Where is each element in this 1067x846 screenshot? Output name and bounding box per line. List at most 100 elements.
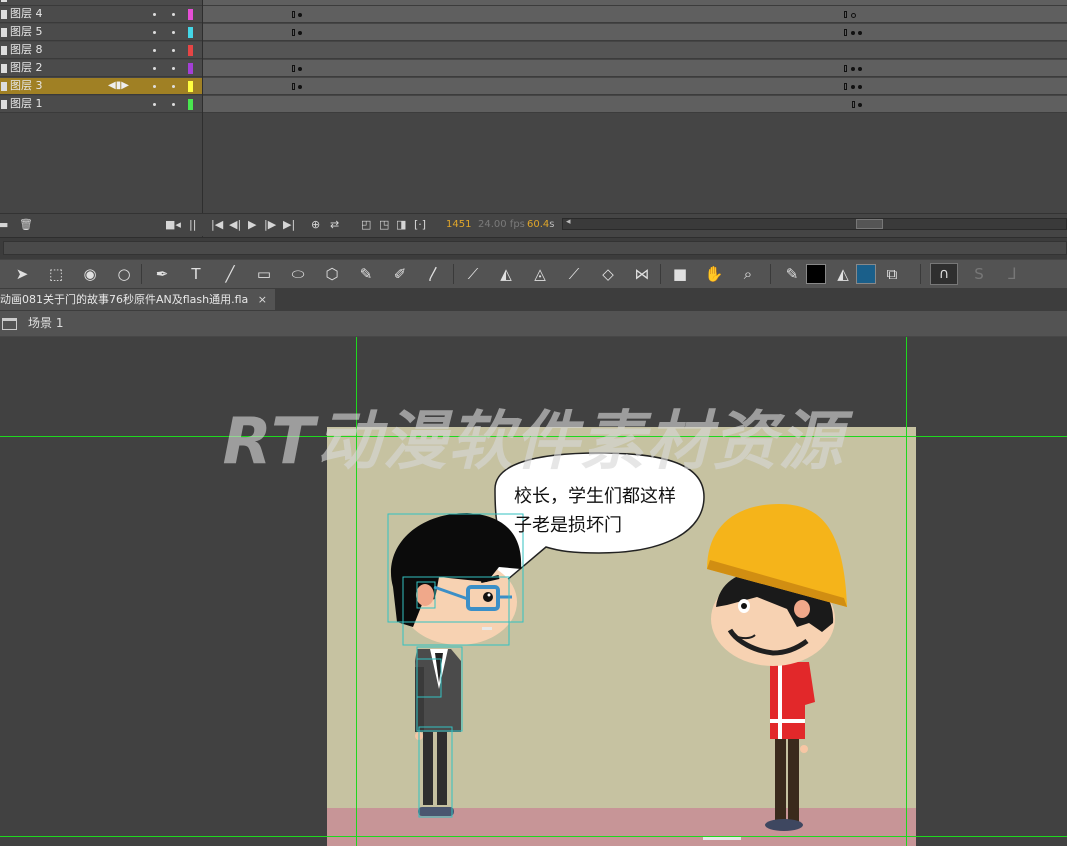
play-icon[interactable]: ▶ — [248, 218, 256, 231]
fps-readout[interactable]: 24.00 fps — [478, 219, 525, 230]
visibility-dot[interactable] — [153, 85, 156, 88]
document-title: 动画081关于门的故事76秒原件AN及flash通用.fla — [0, 293, 249, 306]
selection-tool-icon[interactable]: ➤ — [11, 263, 33, 285]
layer-color-swatch[interactable] — [188, 27, 193, 38]
layer-row[interactable]: 图层 4 — [0, 6, 202, 23]
first-frame-icon[interactable]: |◀ — [211, 218, 223, 231]
frames-row[interactable] — [203, 60, 1067, 77]
polystar-tool-icon[interactable]: ⬡ — [321, 263, 343, 285]
layer-row[interactable]: 图层 8 — [0, 42, 202, 59]
trash-icon[interactable]: 🗑 — [19, 218, 33, 231]
visibility-dot[interactable] — [153, 13, 156, 16]
free-transform-tool-icon[interactable]: ⬚ — [45, 263, 67, 285]
camera-icon[interactable]: ■◂ — [165, 218, 181, 231]
visibility-dot[interactable] — [153, 67, 156, 70]
scrollbar-thumb[interactable] — [856, 219, 883, 229]
current-frame[interactable]: 1451 — [446, 219, 471, 230]
lock-dot[interactable] — [172, 49, 175, 52]
paint-brush-tool-icon[interactable]: ✐ — [389, 263, 411, 285]
lock-dot[interactable] — [172, 31, 175, 34]
layer-name: 图层 1 — [10, 97, 43, 110]
principal-character[interactable] — [387, 513, 524, 818]
line-tool-icon[interactable]: ╱ — [219, 263, 241, 285]
edit-multiple-icon[interactable]: ◨ — [396, 218, 406, 231]
rectangle-tool-icon[interactable]: ▭ — [253, 263, 275, 285]
pause-icon[interactable]: || — [189, 218, 196, 231]
layer-icon — [1, 100, 7, 109]
pen-tool-icon[interactable]: ✒ — [151, 263, 173, 285]
scene-label[interactable]: 场景 1 — [28, 311, 63, 336]
timeline-panel: 图层 4 图层 5 图层 8 图层 2 图层 3 ◀▮▶ 图层 1 — [0, 0, 1067, 237]
layer-color-swatch[interactable] — [188, 63, 193, 74]
worker-character[interactable] — [707, 504, 847, 831]
layer-color-swatch[interactable] — [188, 45, 193, 56]
fill-color-swatch[interactable] — [856, 264, 876, 284]
layer-color-swatch[interactable] — [188, 9, 193, 20]
new-folder-icon[interactable]: ▬ — [0, 218, 8, 231]
width-tool-icon[interactable]: ⋈ — [631, 263, 653, 285]
onion-markers-icon[interactable]: [·] — [414, 218, 426, 231]
text-tool-icon[interactable]: T — [185, 263, 207, 285]
layer-color-swatch[interactable] — [188, 99, 193, 110]
guide-line-horizontal[interactable] — [0, 836, 1067, 837]
panel-separator — [0, 237, 1067, 260]
visibility-dot[interactable] — [153, 49, 156, 52]
stroke-color-swatch[interactable] — [806, 264, 826, 284]
fill-color-icon[interactable]: ◭ — [832, 263, 854, 285]
pencil-tool-icon[interactable]: ✎ — [355, 263, 377, 285]
timeline-divider[interactable] — [202, 0, 203, 237]
smooth-icon[interactable]: S — [968, 263, 990, 285]
layer-icon — [1, 28, 7, 37]
frames-row[interactable] — [203, 24, 1067, 41]
onion-outline-icon[interactable]: ◳ — [379, 218, 389, 231]
frames-row[interactable] — [203, 96, 1067, 113]
bone-tool-icon[interactable]: ⟋ — [462, 263, 484, 285]
layer-color-swatch[interactable] — [188, 81, 193, 92]
next-frame-icon[interactable]: |▶ — [264, 218, 276, 231]
layer-icon — [1, 64, 7, 73]
speech-line: 子老是损坏门 — [514, 515, 622, 536]
3d-rotation-tool-icon[interactable]: ◉ — [79, 263, 101, 285]
stroke-color-icon[interactable]: ✎ — [781, 263, 803, 285]
eraser-tool-icon[interactable]: ◇ — [597, 263, 619, 285]
visibility-dot[interactable] — [153, 103, 156, 106]
layer-name: 图层 4 — [10, 7, 43, 20]
close-tab-icon[interactable]: × — [258, 293, 267, 306]
layer-row[interactable]: 图层 5 — [0, 24, 202, 41]
pencil-edit-icon[interactable]: ◀▮▶ — [108, 78, 129, 94]
camera-tool-icon[interactable]: ■ — [669, 263, 691, 285]
tools-bar: ➤ ⬚ ◉ ○ ✒ T ╱ ▭ ⬭ ⬡ ✎ ✐ 〳 ⟋ ◭ ◬ ⟋ ◇ ⋈ ■ … — [0, 259, 1067, 289]
lasso-tool-icon[interactable]: ○ — [113, 263, 135, 285]
layer-row[interactable]: 图层 1 — [0, 96, 202, 113]
hand-tool-icon[interactable]: ✋ — [703, 263, 725, 285]
layer-row-selected[interactable]: 图层 3 ◀▮▶ — [0, 78, 202, 95]
ink-bottle-tool-icon[interactable]: ◬ — [529, 263, 551, 285]
layer-icon — [1, 82, 7, 91]
eyedropper-tool-icon[interactable]: ⟋ — [563, 263, 585, 285]
frames-row[interactable] — [203, 6, 1067, 23]
last-frame-icon[interactable]: ▶| — [283, 218, 295, 231]
layer-name: 图层 2 — [10, 61, 43, 74]
loop-icon[interactable]: ⇄ — [330, 218, 339, 231]
prev-frame-icon[interactable]: ◀| — [229, 218, 241, 231]
frames-row[interactable] — [203, 42, 1067, 59]
lock-dot[interactable] — [172, 13, 175, 16]
time-readout[interactable]: 60.4s — [527, 219, 554, 230]
document-tab[interactable]: 动画081关于门的故事76秒原件AN及flash通用.fla × — [0, 289, 276, 310]
oval-tool-icon[interactable]: ⬭ — [287, 263, 309, 285]
lock-dot[interactable] — [172, 103, 175, 106]
visibility-dot[interactable] — [153, 31, 156, 34]
frames-row[interactable] — [203, 78, 1067, 95]
snap-to-objects-icon[interactable]: ∩ — [930, 263, 958, 285]
paint-bucket-tool-icon[interactable]: ◭ — [495, 263, 517, 285]
center-frame-icon[interactable]: ⊕ — [311, 218, 320, 231]
straighten-icon[interactable]: ᒧ — [1001, 263, 1023, 285]
onion-skin-icon[interactable]: ◰ — [361, 218, 371, 231]
lock-dot[interactable] — [172, 67, 175, 70]
zoom-tool-icon[interactable]: ⌕ — [737, 263, 759, 285]
layer-row[interactable]: 图层 2 — [0, 60, 202, 77]
timeline-scrollbar[interactable]: ◂ — [562, 217, 1067, 230]
lock-dot[interactable] — [172, 85, 175, 88]
brush-tool-icon[interactable]: 〳 — [423, 263, 445, 285]
swap-colors-icon[interactable]: ⧉ — [881, 263, 903, 285]
